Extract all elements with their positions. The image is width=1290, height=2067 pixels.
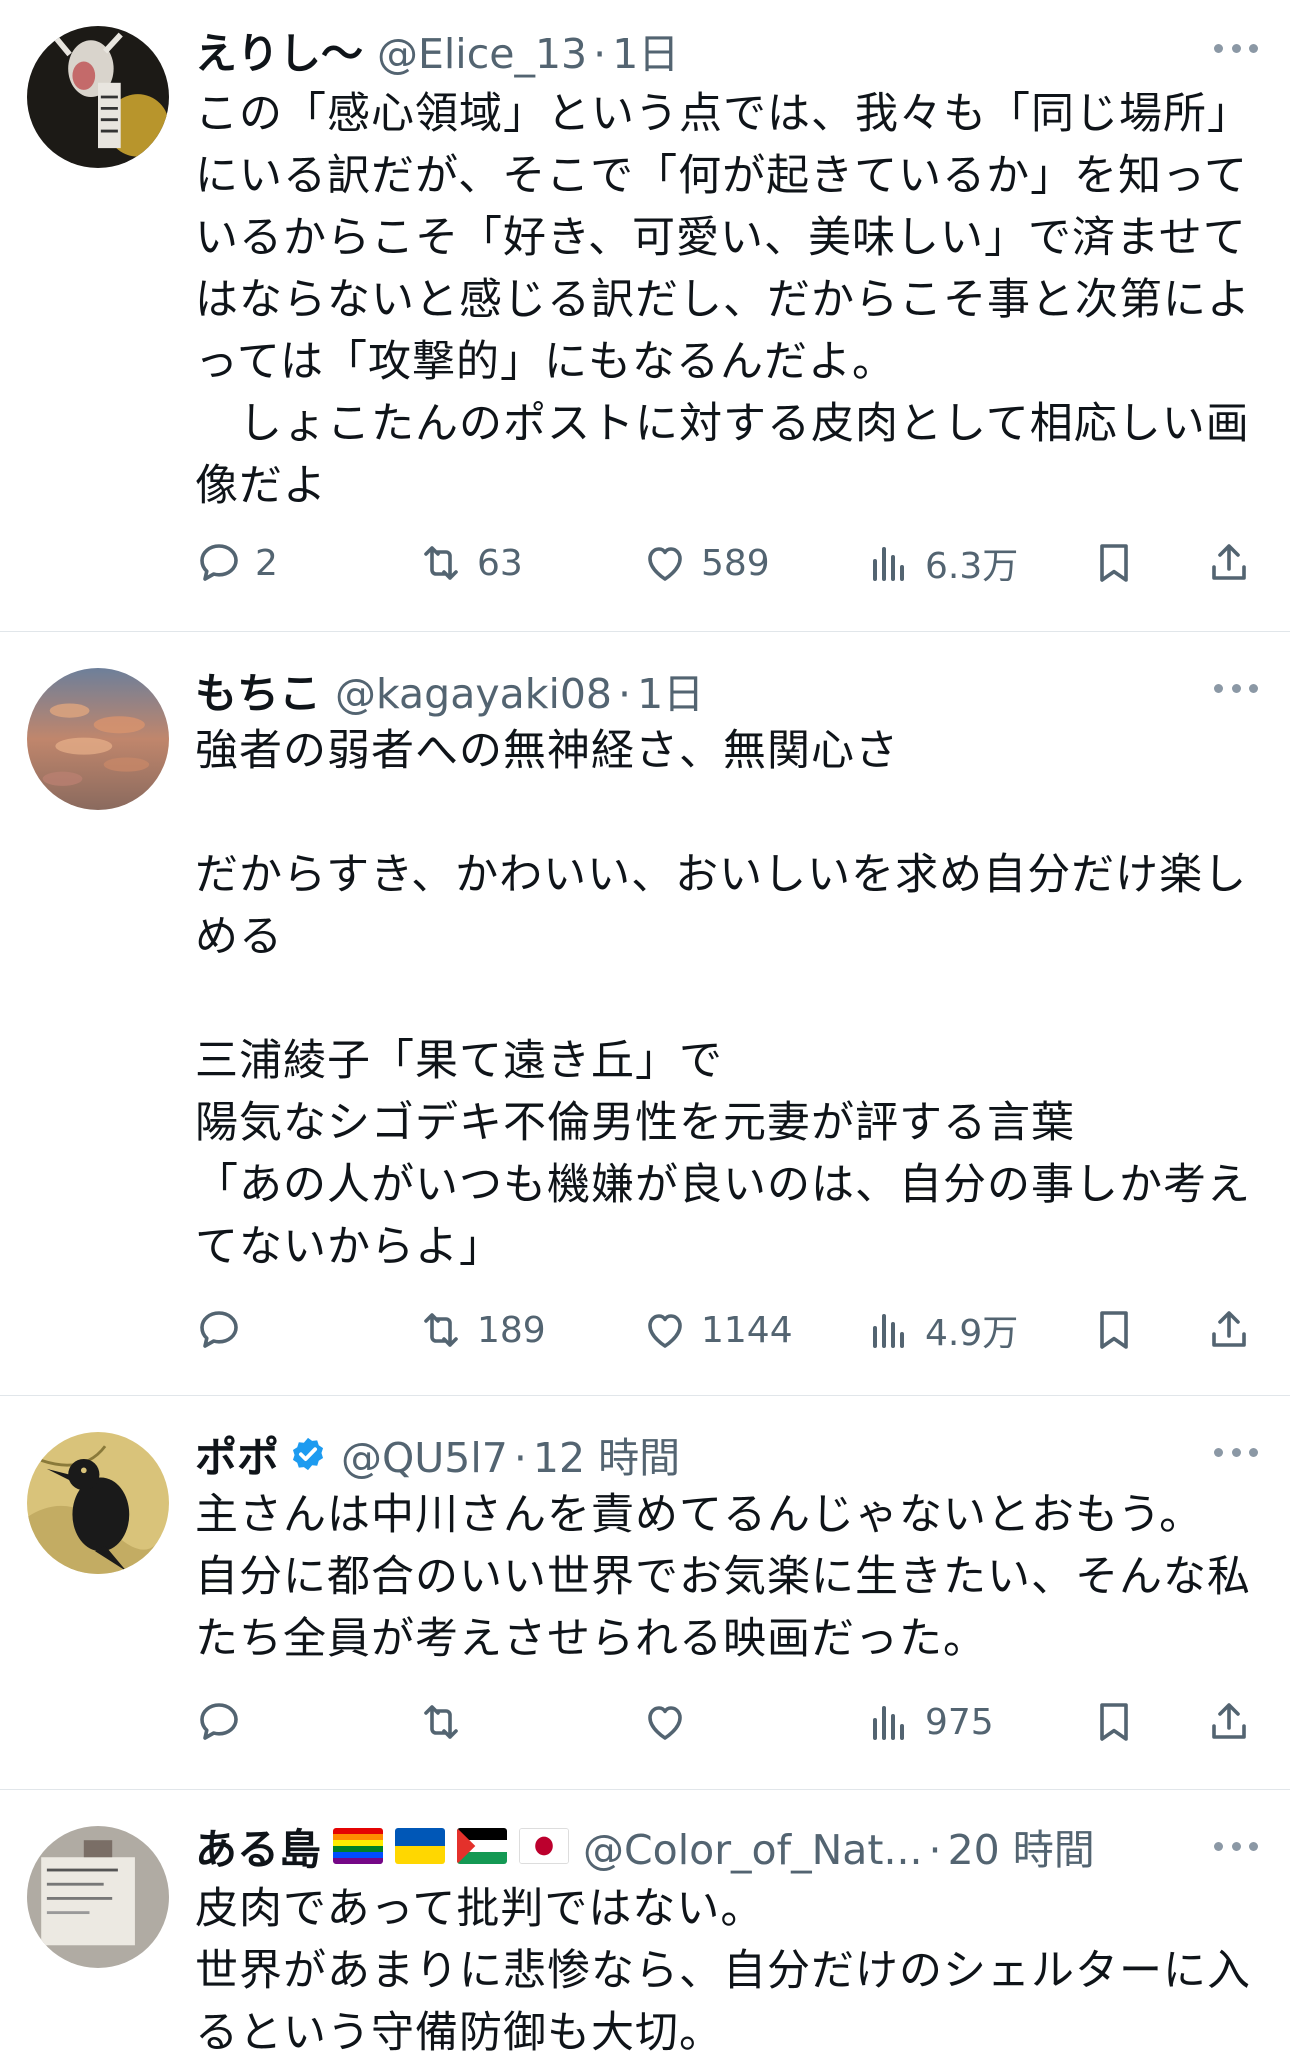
- views-chart-icon: [873, 1706, 904, 1740]
- more-options-icon[interactable]: [1214, 1836, 1258, 1856]
- retweet-count: 63: [477, 542, 523, 584]
- more-options-icon[interactable]: [1214, 1442, 1258, 1462]
- tweet-text: この「感心領域」という点では、我々も「同じ場所」にいる訳だが、そこで「何が起きて…: [195, 89, 1251, 511]
- handle-and-time: @Color_of_Nat... · 20 時間: [583, 1826, 1095, 1874]
- share-button[interactable]: [1205, 1302, 1253, 1358]
- tweet-3[interactable]: ポポ @QU5l7 · 12 時間 主さんは中川さんを責めてるんじゃないとおもう。 …: [0, 1396, 1290, 1790]
- timestamp[interactable]: 20 時間: [948, 1826, 1095, 1874]
- views-chart-icon: [873, 547, 904, 581]
- like-button[interactable]: [641, 1694, 701, 1750]
- retweet-button[interactable]: [417, 1694, 477, 1750]
- handle-and-time: @kagayaki08 · 1日: [335, 670, 705, 718]
- bookmark-icon: [1100, 544, 1128, 582]
- share-button[interactable]: [1205, 1694, 1253, 1750]
- more-options-icon[interactable]: [1214, 678, 1258, 698]
- view-count: 4.9万: [925, 1313, 1019, 1354]
- action-bar: 189 1144 4.9万: [195, 1302, 1255, 1358]
- heart-icon: [648, 547, 682, 581]
- tweet-header: ある島 @Color_of_Nat... · 20 時間: [195, 1816, 1095, 1877]
- rainbow-flag-icon: [333, 1828, 384, 1864]
- bookmark-button[interactable]: [1090, 1302, 1138, 1358]
- tweet-header: えりし〜 @Elice_13 · 1日: [195, 20, 680, 81]
- reply-count: 2: [255, 542, 278, 584]
- timestamp[interactable]: 1日: [612, 30, 679, 78]
- share-icon: [1212, 544, 1246, 580]
- timestamp[interactable]: 12 時間: [533, 1434, 680, 1482]
- view-count: 6.3万: [925, 546, 1019, 587]
- reply-icon: [200, 1311, 238, 1348]
- share-icon: [1212, 1311, 1246, 1347]
- view-count: 975: [925, 1701, 994, 1743]
- bookmark-icon: [1100, 1703, 1128, 1741]
- bookmark-button[interactable]: [1090, 1694, 1138, 1750]
- retweet-button[interactable]: 189: [417, 1302, 546, 1358]
- tweet-text: 皮肉であって批判ではない。 世界があまりに悲惨なら、自分だけのシェルターに入ると…: [195, 1884, 1251, 2058]
- more-options-icon[interactable]: [1214, 38, 1258, 58]
- action-bar: 975: [195, 1694, 1255, 1750]
- handle-and-time: @QU5l7 · 12 時間: [341, 1434, 681, 1482]
- views-button[interactable]: 975: [865, 1694, 994, 1750]
- tweet-header: もちこ @kagayaki08 · 1日: [195, 660, 705, 721]
- bookmark-button[interactable]: [1090, 535, 1138, 591]
- reply-button[interactable]: 2: [195, 535, 278, 591]
- views-button[interactable]: 6.3万: [865, 535, 1018, 591]
- retweet-button[interactable]: 63: [417, 535, 523, 591]
- like-count: 589: [701, 542, 770, 584]
- action-bar: 2 63 589 6.3万: [195, 535, 1255, 591]
- bookmark-icon: [1100, 1311, 1128, 1349]
- tweet-text: 強者の弱者への無神経さ、無関心さ だからすき、かわいい、おいしいを求め自分だけ楽…: [195, 726, 1251, 1272]
- heart-icon: [648, 1314, 682, 1348]
- display-name[interactable]: えりし〜: [195, 20, 363, 81]
- share-button[interactable]: [1205, 535, 1253, 591]
- ukraine-flag-icon: [395, 1828, 446, 1864]
- tweet-4[interactable]: ある島 @Color_of_Nat... · 20 時間 皮肉であって批判ではない。…: [0, 1790, 1290, 2067]
- handle[interactable]: @Color_of_Nat...: [583, 1826, 923, 1874]
- retweet-count: 189: [477, 1309, 546, 1351]
- retweet-icon: [424, 546, 458, 580]
- tweet-text: 主さんは中川さんを責めてるんじゃないとおもう。 自分に都合のいい世界でお気楽に生…: [195, 1490, 1251, 1664]
- avatar[interactable]: [27, 1826, 169, 1968]
- views-chart-icon: [873, 1314, 904, 1348]
- reply-button[interactable]: [195, 1302, 255, 1358]
- share-icon: [1212, 1703, 1246, 1739]
- handle[interactable]: @Elice_13: [377, 30, 587, 78]
- like-count: 1144: [701, 1309, 793, 1351]
- display-name[interactable]: ポポ: [195, 1424, 279, 1485]
- retweet-icon: [424, 1705, 458, 1739]
- views-button[interactable]: 4.9万: [865, 1302, 1018, 1358]
- palestine-flag-icon: [457, 1828, 508, 1864]
- display-name[interactable]: ある島: [195, 1816, 321, 1877]
- tweet-header: ポポ @QU5l7 · 12 時間: [195, 1424, 681, 1485]
- timestamp[interactable]: 1日: [637, 670, 704, 718]
- handle-and-time: @Elice_13 · 1日: [377, 30, 680, 78]
- avatar[interactable]: [27, 668, 169, 810]
- like-button[interactable]: 1144: [641, 1302, 793, 1358]
- avatar[interactable]: [27, 26, 169, 168]
- handle[interactable]: @kagayaki08: [335, 670, 612, 718]
- reply-button[interactable]: [195, 1694, 255, 1750]
- reply-icon: [200, 544, 238, 581]
- verified-badge-icon: [292, 1437, 324, 1471]
- tweet-1[interactable]: えりし〜 @Elice_13 · 1日 この「感心領域」という点では、我々も「同じ場…: [0, 0, 1290, 632]
- like-button[interactable]: 589: [641, 535, 770, 591]
- display-name[interactable]: もちこ: [195, 660, 321, 721]
- japan-flag-icon: [519, 1828, 570, 1864]
- tweet-2[interactable]: もちこ @kagayaki08 · 1日 強者の弱者への無神経さ、無関心さ だからす…: [0, 632, 1290, 1396]
- heart-icon: [648, 1706, 682, 1740]
- handle[interactable]: @QU5l7: [341, 1434, 508, 1482]
- reply-icon: [200, 1703, 238, 1740]
- retweet-icon: [424, 1313, 458, 1347]
- avatar[interactable]: [27, 1432, 169, 1574]
